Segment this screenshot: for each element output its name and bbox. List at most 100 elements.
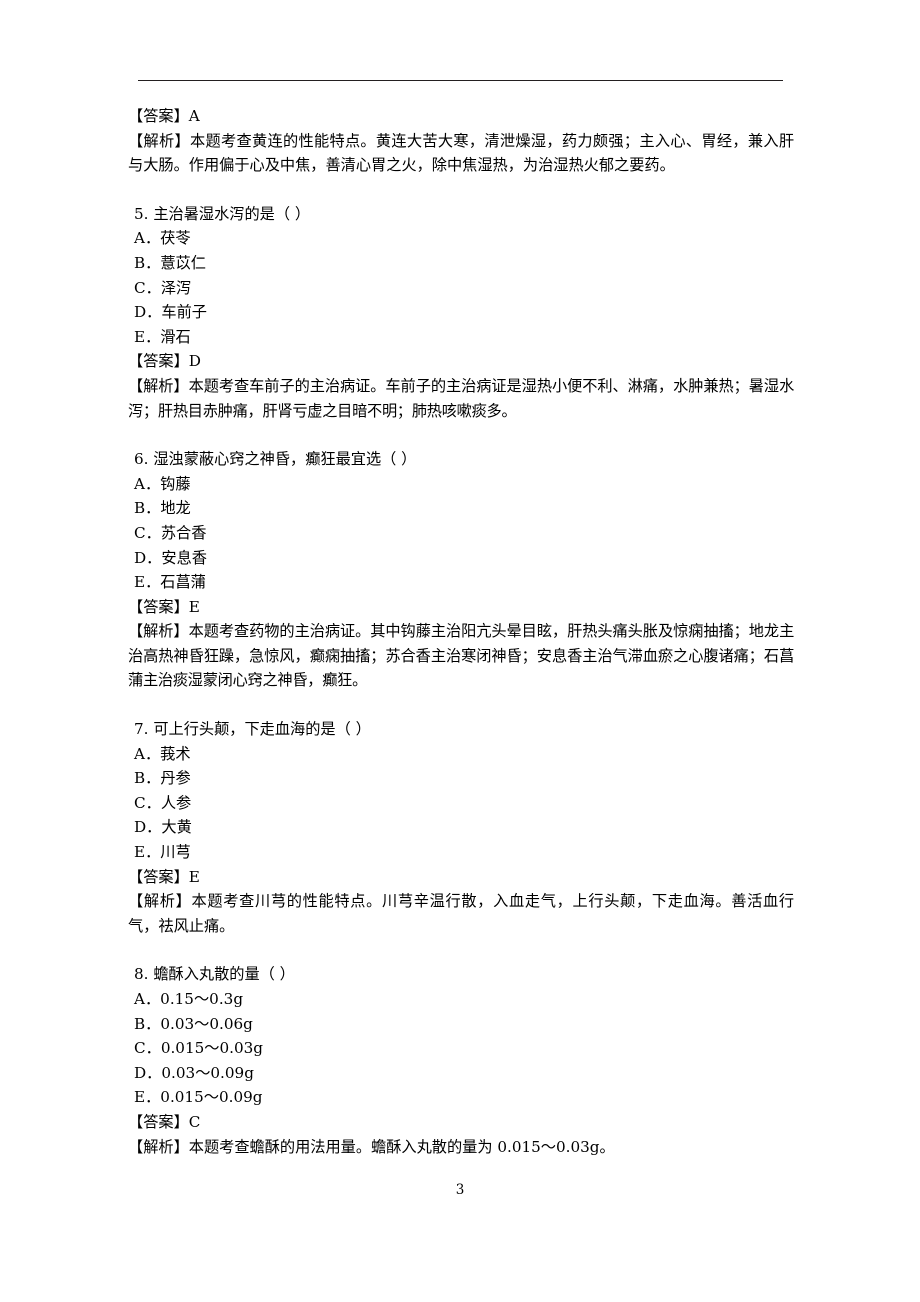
question-number: 7. bbox=[134, 720, 149, 739]
answer-value: A bbox=[188, 107, 200, 125]
option-a[interactable]: A．钩藤 bbox=[128, 472, 794, 497]
option-key: B． bbox=[134, 1014, 161, 1033]
explanation-text: 本题考查蟾酥的用法用量。蟾酥入丸散的量为 0.015～0.03g。 bbox=[188, 1137, 615, 1156]
explanation-label: 【解析】 bbox=[128, 892, 192, 911]
option-d[interactable]: D．安息香 bbox=[128, 546, 794, 571]
option-key: C． bbox=[134, 793, 161, 812]
question-text: 湿浊蒙蔽心窍之神昏，癫狂最宜选（ ） bbox=[153, 450, 417, 469]
option-a[interactable]: A．茯苓 bbox=[128, 226, 794, 251]
option-a[interactable]: A．莪术 bbox=[128, 742, 794, 767]
answer-value: C bbox=[188, 1112, 201, 1131]
answer-label: 【答案】 bbox=[128, 597, 189, 616]
page-number: 3 bbox=[455, 1182, 465, 1198]
option-text: 安息香 bbox=[161, 548, 207, 567]
question-number: 6. bbox=[134, 450, 149, 469]
answer-value: E bbox=[188, 597, 200, 616]
explanation-label: 【解析】 bbox=[128, 622, 189, 641]
explanation-line: 【解析】本题考查药物的主治病证。其中钩藤主治阳亢头晕目眩，肝热头痛头胀及惊痫抽搐… bbox=[128, 619, 794, 693]
explanation-line: 【解析】本题考查车前子的主治病证。车前子的主治病证是湿热小便不利、淋痛，水肿兼热… bbox=[128, 374, 794, 423]
question-stem: 8. 蟾酥入丸散的量（ ） bbox=[128, 962, 794, 987]
explanation-label: 【解析】 bbox=[128, 131, 190, 150]
question-block-8: 8. 蟾酥入丸散的量（ ） A．0.15～0.3g B．0.03～0.06g C… bbox=[128, 962, 794, 1159]
question-text: 可上行头颠，下走血海的是（ ） bbox=[153, 720, 371, 739]
explanation-line: 【解析】本题考查蟾酥的用法用量。蟾酥入丸散的量为 0.015～0.03g。 bbox=[128, 1135, 794, 1160]
explanation-line: 【解析】本题考查黄连的性能特点。黄连大苦大寒，清泄燥湿，药力颇强；主入心、胃经，… bbox=[128, 129, 794, 178]
option-d[interactable]: D．大黄 bbox=[128, 815, 794, 840]
option-text: 茯苓 bbox=[160, 229, 191, 248]
question-stem: 6. 湿浊蒙蔽心窍之神昏，癫狂最宜选（ ） bbox=[128, 447, 794, 472]
question-number: 5. bbox=[134, 204, 149, 223]
option-e[interactable]: E．川芎 bbox=[128, 840, 794, 865]
question-stem: 7. 可上行头颠，下走血海的是（ ） bbox=[128, 717, 794, 742]
option-text: 薏苡仁 bbox=[160, 253, 206, 272]
option-key: D． bbox=[134, 303, 162, 322]
option-text: 泽泻 bbox=[160, 278, 192, 297]
explanation-line: 【解析】本题考查川芎的性能特点。川芎辛温行散，入血走气，上行头颠，下走血海。善活… bbox=[128, 889, 794, 938]
question-text: 蟾酥入丸散的量（ ） bbox=[153, 965, 295, 984]
explanation-label: 【解析】 bbox=[128, 1137, 189, 1156]
option-text: 川芎 bbox=[160, 843, 191, 862]
option-c[interactable]: C．0.015～0.03g bbox=[128, 1036, 794, 1061]
explanation-text: 本题考查药物的主治病证。其中钩藤主治阳亢头晕目眩，肝热头痛头胀及惊痫抽搐；地龙主… bbox=[128, 622, 795, 690]
option-text: 人参 bbox=[160, 793, 192, 812]
option-text: 石菖蒲 bbox=[160, 573, 206, 592]
question-number: 8. bbox=[134, 965, 149, 984]
option-text: 地龙 bbox=[160, 499, 191, 518]
question-stem: 5. 主治暑湿水泻的是（ ） bbox=[128, 202, 794, 227]
answer-label: 【答案】 bbox=[128, 352, 189, 371]
option-key: E． bbox=[134, 573, 161, 592]
option-text: 0.015～0.03g bbox=[160, 1039, 264, 1058]
option-key: D． bbox=[134, 1063, 162, 1082]
option-text: 0.03～0.06g bbox=[160, 1014, 253, 1033]
option-text: 0.015～0.09g bbox=[160, 1088, 263, 1107]
question-text: 主治暑湿水泻的是（ ） bbox=[153, 204, 311, 223]
option-b[interactable]: B．0.03～0.06g bbox=[128, 1012, 794, 1037]
option-e[interactable]: E．滑石 bbox=[128, 325, 794, 350]
explanation-label: 【解析】 bbox=[128, 376, 189, 395]
option-a[interactable]: A．0.15～0.3g bbox=[128, 987, 794, 1012]
option-c[interactable]: C．苏合香 bbox=[128, 521, 794, 546]
option-key: A． bbox=[134, 474, 161, 493]
option-e[interactable]: E．石菖蒲 bbox=[128, 570, 794, 595]
option-key: A． bbox=[134, 744, 161, 763]
option-b[interactable]: B．丹参 bbox=[128, 766, 794, 791]
option-c[interactable]: C．泽泻 bbox=[128, 276, 794, 301]
option-key: C． bbox=[134, 523, 161, 542]
option-key: D． bbox=[134, 548, 162, 567]
explanation-text: 本题考查川芎的性能特点。川芎辛温行散，入血走气，上行头颠，下走血海。善活血行气，… bbox=[128, 892, 795, 935]
explanation-text: 本题考查黄连的性能特点。黄连大苦大寒，清泄燥湿，药力颇强；主入心、胃经，兼入肝与… bbox=[128, 131, 795, 175]
option-key: E． bbox=[134, 327, 161, 346]
option-e[interactable]: E．0.015～0.09g bbox=[128, 1085, 794, 1110]
answer-label: 【答案】 bbox=[128, 867, 189, 886]
option-key: C． bbox=[134, 278, 161, 297]
answer-line: 【答案】E bbox=[128, 595, 794, 620]
option-b[interactable]: B．薏苡仁 bbox=[128, 251, 794, 276]
option-text: 车前子 bbox=[161, 303, 207, 322]
option-key: B． bbox=[134, 499, 161, 518]
question-block-6: 6. 湿浊蒙蔽心窍之神昏，癫狂最宜选（ ） A．钩藤 B．地龙 C．苏合香 D．… bbox=[128, 447, 794, 693]
option-c[interactable]: C．人参 bbox=[128, 791, 794, 816]
option-key: C． bbox=[134, 1039, 161, 1058]
option-text: 丹参 bbox=[160, 769, 191, 788]
option-text: 滑石 bbox=[160, 327, 191, 346]
answer-label: 【答案】 bbox=[128, 107, 189, 125]
answer-block-top: 【答案】A 【解析】本题考查黄连的性能特点。黄连大苦大寒，清泄燥湿，药力颇强；主… bbox=[128, 104, 794, 178]
option-key: A． bbox=[134, 229, 161, 248]
option-b[interactable]: B．地龙 bbox=[128, 496, 794, 521]
answer-line: 【答案】D bbox=[128, 349, 794, 374]
answer-line: 【答案】E bbox=[128, 865, 794, 890]
option-d[interactable]: D．车前子 bbox=[128, 300, 794, 325]
option-d[interactable]: D．0.03～0.09g bbox=[128, 1061, 794, 1086]
answer-value: E bbox=[188, 867, 200, 886]
option-text: 苏合香 bbox=[160, 523, 207, 542]
answer-value: D bbox=[188, 352, 201, 371]
option-key: D． bbox=[134, 818, 162, 837]
page-content: 【答案】A 【解析】本题考查黄连的性能特点。黄连大苦大寒，清泄燥湿，药力颇强；主… bbox=[128, 104, 794, 1159]
option-text: 莪术 bbox=[160, 744, 191, 763]
option-key: A． bbox=[134, 990, 161, 1008]
option-text: 钩藤 bbox=[160, 474, 191, 493]
option-text: 0.03～0.09g bbox=[161, 1063, 254, 1082]
